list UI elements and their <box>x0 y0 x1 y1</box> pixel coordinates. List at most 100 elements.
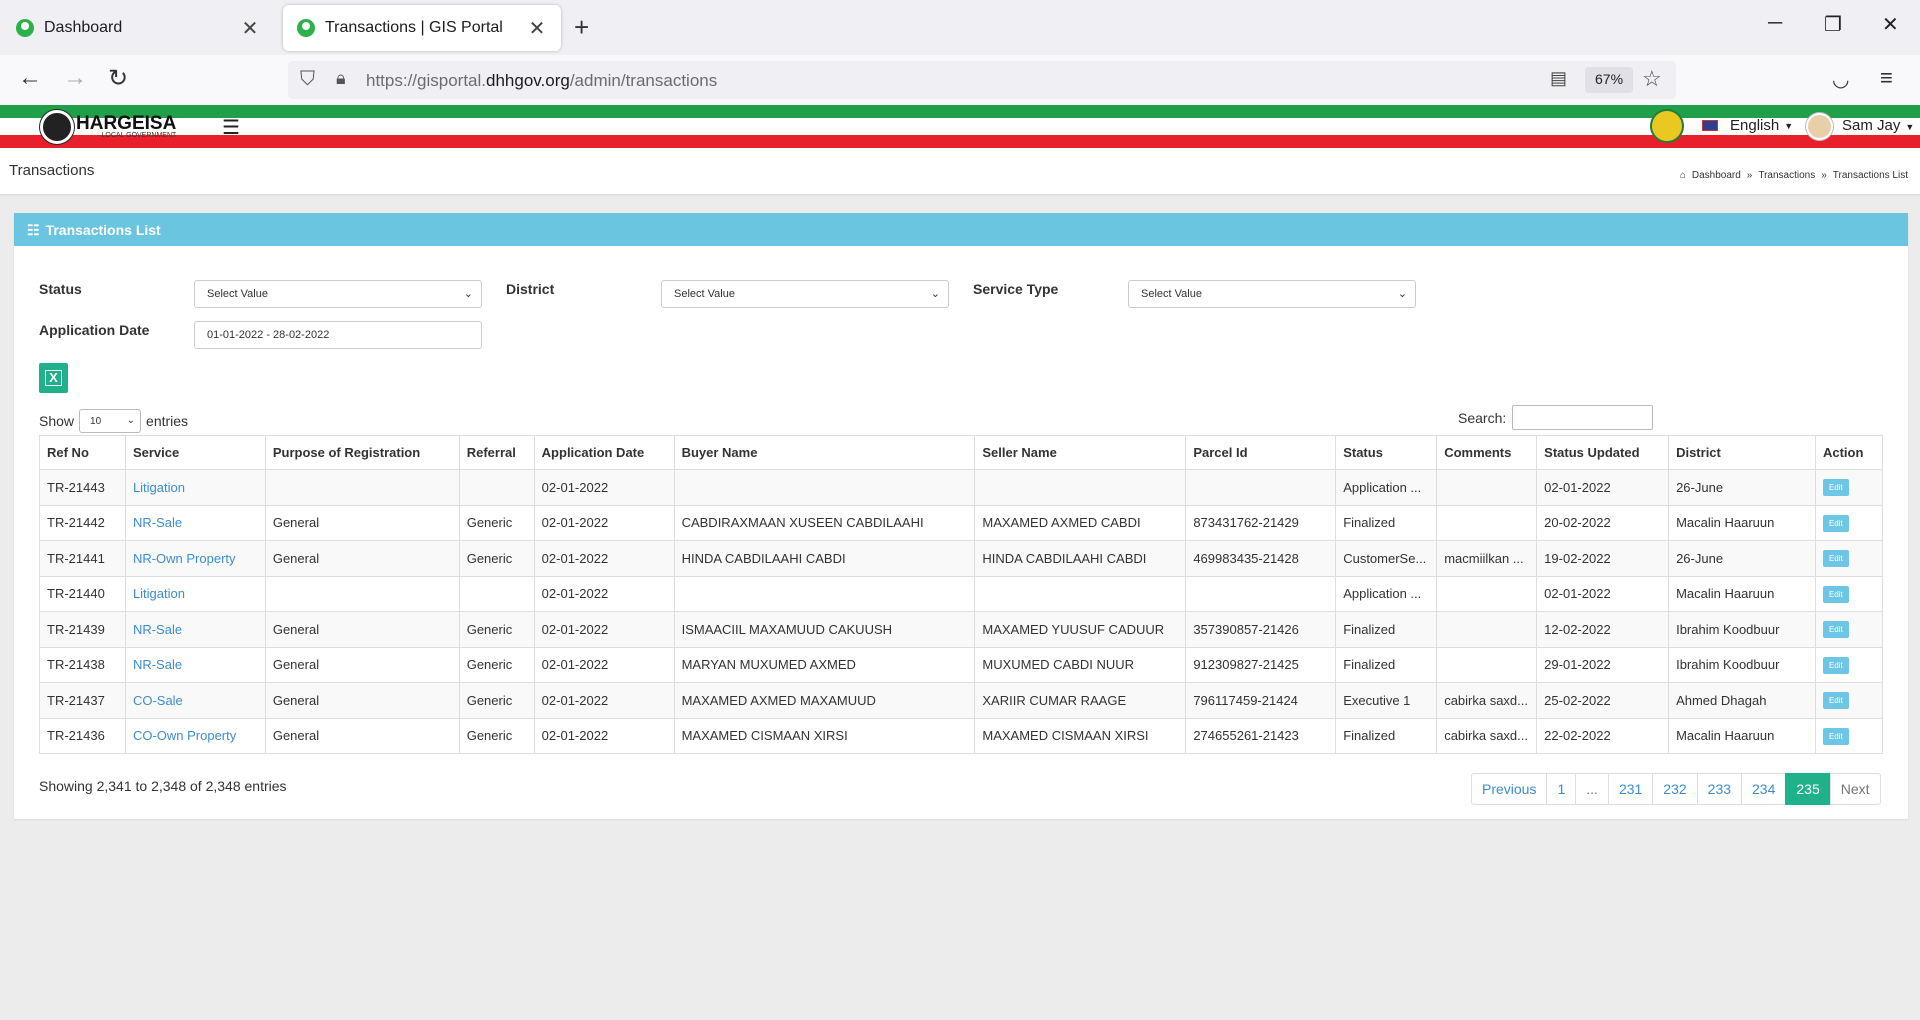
close-tab-icon[interactable]: ✕ <box>527 16 547 41</box>
browser-tab-dashboard[interactable]: Dashboard ✕ <box>2 5 274 51</box>
search-input[interactable] <box>1512 405 1654 430</box>
column-header[interactable]: Action <box>1814 435 1884 470</box>
pagination-page[interactable]: 1 <box>1546 773 1577 805</box>
cell-parcel <box>1185 469 1337 506</box>
pagination-previous[interactable]: Previous <box>1471 773 1548 805</box>
cell-parcel: 912309827-21425 <box>1185 646 1337 683</box>
site-logo[interactable]: HARGEISA LOCAL GOVERNMENT <box>40 108 176 146</box>
flag-stripe-red <box>0 135 1920 148</box>
column-header[interactable]: Seller Name <box>974 435 1187 470</box>
column-header[interactable]: Buyer Name <box>673 435 976 470</box>
edit-button[interactable]: Edit <box>1822 727 1849 745</box>
cell-ref: TR-21436 <box>39 717 126 754</box>
column-header[interactable]: Comments <box>1436 435 1538 470</box>
status-select[interactable]: Select Value ⌄ <box>194 280 482 308</box>
export-excel-button[interactable]: X <box>39 363 68 393</box>
service-link[interactable]: CO-Sale <box>133 693 183 708</box>
column-header[interactable]: District <box>1668 435 1816 470</box>
zoom-level[interactable]: 67% <box>1585 67 1634 93</box>
edit-button[interactable]: Edit <box>1822 621 1849 639</box>
column-header[interactable]: Referral <box>458 435 535 470</box>
menu-icon[interactable]: ≡ <box>1880 65 1893 91</box>
service-link[interactable]: CO-Own Property <box>133 728 236 743</box>
minimize-icon[interactable]: ─ <box>1768 12 1782 35</box>
cell-buyer: CABDIRAXMAAN XUSEEN CABDILAAHI <box>673 504 976 541</box>
service-link[interactable]: NR-Sale <box>133 657 182 672</box>
pocket-icon[interactable]: ◡ <box>1832 67 1849 92</box>
cell-referral: Generic <box>458 646 535 683</box>
caret-down-icon: ▼ <box>1784 120 1794 131</box>
user-menu[interactable]: Sam Jay ▼ <box>1842 117 1914 134</box>
breadcrumb-transactions[interactable]: Transactions <box>1758 170 1815 181</box>
pagination-next[interactable]: Next <box>1829 773 1881 805</box>
district-select[interactable]: Select Value ⌄ <box>661 280 949 308</box>
cell-app-date: 02-01-2022 <box>533 611 675 648</box>
cell-seller: HINDA CABDILAAHI CABDI <box>974 540 1187 577</box>
restore-icon[interactable]: ❐ <box>1824 12 1842 37</box>
cell-comments: macmiilkan ... <box>1436 540 1538 577</box>
lock-icon[interactable]: 🔒︎ <box>336 68 346 89</box>
column-header[interactable]: Parcel Id <box>1185 435 1337 470</box>
shield-icon[interactable]: ⛉ <box>300 68 315 91</box>
cell-buyer <box>673 469 976 506</box>
cell-purpose: General <box>264 504 460 541</box>
sidebar-toggle-icon[interactable]: ☰ <box>222 115 240 140</box>
edit-button[interactable]: Edit <box>1822 585 1849 603</box>
edit-button[interactable]: Edit <box>1822 692 1849 710</box>
cell-action: Edit <box>1814 611 1884 648</box>
cell-seller <box>974 575 1187 612</box>
edit-button[interactable]: Edit <box>1822 514 1849 532</box>
back-icon[interactable]: ← <box>18 64 42 92</box>
user-avatar[interactable] <box>1806 113 1833 140</box>
search-label: Search: <box>1458 409 1507 426</box>
service-link[interactable]: NR-Sale <box>133 515 182 530</box>
cell-service: NR-Sale <box>124 504 266 541</box>
show-label: Show <box>39 413 75 429</box>
cell-status: Finalized <box>1335 646 1438 683</box>
page-length-select[interactable]: 10 ⌄ <box>79 409 142 433</box>
forward-icon[interactable]: → <box>63 64 87 92</box>
edit-button[interactable]: Edit <box>1822 479 1849 497</box>
service-link[interactable]: NR-Own Property <box>133 551 236 566</box>
cell-parcel: 873431762-21429 <box>1185 504 1337 541</box>
pagination-page[interactable]: 232 <box>1652 773 1698 805</box>
cell-district: Ahmed Dhagah <box>1668 682 1816 719</box>
browser-tab-transactions[interactable]: Transactions | GIS Portal ✕ <box>283 5 561 51</box>
cell-district: Macalin Haaruun <box>1668 717 1816 754</box>
column-header[interactable]: Status Updated <box>1536 435 1670 470</box>
reader-view-icon[interactable]: ▤ <box>1550 68 1567 89</box>
close-tab-icon[interactable]: ✕ <box>240 16 260 41</box>
bookmark-star-icon[interactable]: ☆ <box>1642 66 1662 92</box>
column-header[interactable]: Status <box>1335 435 1438 470</box>
cell-ref: TR-21438 <box>39 646 126 683</box>
window-close-icon[interactable]: ✕ <box>1882 12 1899 37</box>
cell-comments <box>1436 469 1538 506</box>
pagination-page[interactable]: 235 <box>1785 773 1831 805</box>
pagination-page[interactable]: 233 <box>1696 773 1743 805</box>
cell-service: NR-Sale <box>124 611 266 648</box>
service-link[interactable]: Litigation <box>133 480 185 495</box>
reload-icon[interactable]: ↻ <box>108 64 128 93</box>
application-date-input[interactable]: 01-01-2022 - 28-02-2022 <box>194 321 482 349</box>
pagination-page[interactable]: 234 <box>1741 773 1787 805</box>
status-filter-label: Status <box>39 281 82 297</box>
pagination-page[interactable]: 231 <box>1607 773 1654 805</box>
service-link[interactable]: NR-Sale <box>133 622 182 637</box>
cell-service: Litigation <box>124 575 266 612</box>
edit-button[interactable]: Edit <box>1822 550 1849 568</box>
breadcrumb-dashboard[interactable]: Dashboard <box>1692 170 1741 181</box>
url-text[interactable]: https://gisportal.dhhgov.org/admin/trans… <box>366 71 717 91</box>
column-header[interactable]: Purpose of Registration <box>264 435 460 470</box>
breadcrumb: ⌂ Dashboard » Transactions » Transaction… <box>1680 170 1908 181</box>
language-selector[interactable]: English ▼ <box>1702 117 1793 134</box>
transactions-card: ☷ Transactions List Status Select Value ⌄ … <box>14 213 1908 819</box>
address-bar[interactable]: ⛉ 🔒︎ https://gisportal.dhhgov.org/admin/… <box>288 61 1676 99</box>
column-header[interactable]: Ref No <box>39 435 126 470</box>
service-link[interactable]: Litigation <box>133 586 185 601</box>
service-type-select[interactable]: Select Value ⌄ <box>1128 280 1416 308</box>
breadcrumb-current: Transactions List <box>1832 170 1908 181</box>
edit-button[interactable]: Edit <box>1822 656 1849 674</box>
column-header[interactable]: Application Date <box>533 435 675 470</box>
new-tab-icon[interactable]: + <box>574 12 589 43</box>
column-header[interactable]: Service <box>124 435 266 470</box>
